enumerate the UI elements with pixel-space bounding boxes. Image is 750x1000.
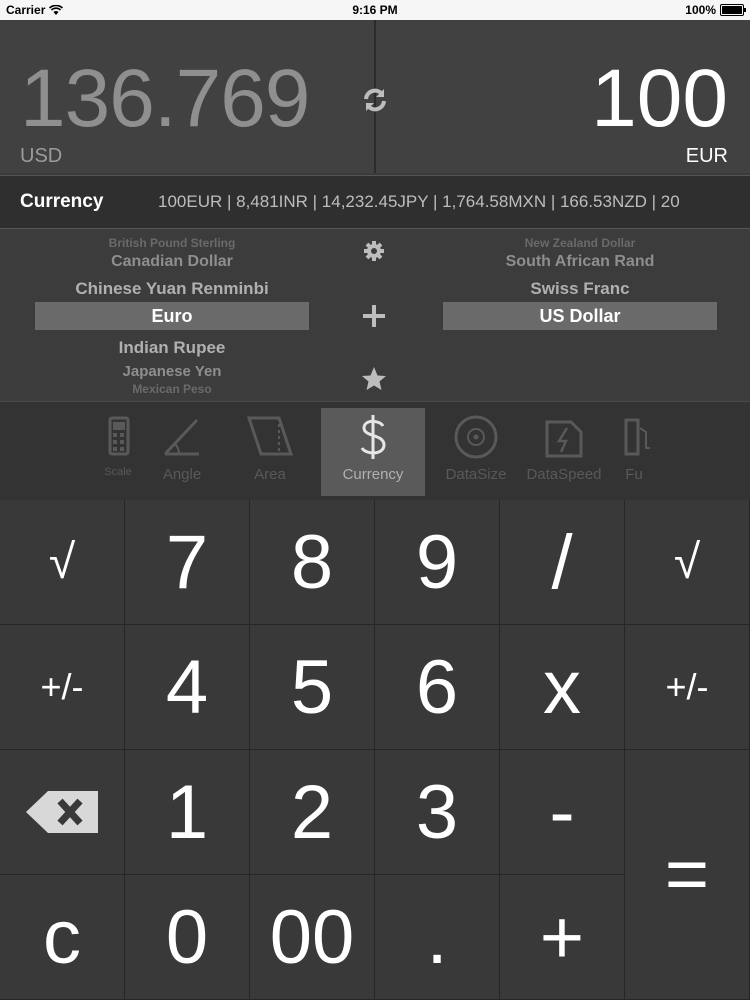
plus-minus-button-right[interactable]: +/- <box>625 625 750 750</box>
picker-item[interactable]: Mexican Peso <box>27 382 317 396</box>
category-fuel[interactable]: Fu <box>604 408 664 496</box>
digit-4-button[interactable]: 4 <box>125 625 250 750</box>
minus-button[interactable]: - <box>500 750 625 875</box>
plus-icon[interactable] <box>360 302 388 330</box>
picker-item[interactable]: British Pound Sterling <box>27 236 317 250</box>
category-dataspeed[interactable]: DataSpeed <box>512 408 616 496</box>
target-value[interactable]: 100 <box>591 58 728 140</box>
battery-group: 100% <box>685 3 746 17</box>
picker-item[interactable]: Indian Rupee <box>27 338 317 358</box>
digit-0-button[interactable]: 0 <box>125 875 250 1000</box>
backspace-icon <box>26 791 98 833</box>
category-title: Currency <box>20 191 104 212</box>
decimal-button[interactable]: . <box>375 875 500 1000</box>
keypad: √ 7 8 9 / √ +/- 4 5 6 x +/- 1 2 3 - = c … <box>0 500 750 1000</box>
clock: 9:16 PM <box>352 3 398 17</box>
battery-percent: 100% <box>685 3 716 17</box>
sqrt-button-right[interactable]: √ <box>625 500 750 625</box>
conversion-strip: Currency 100EUR | 8,481INR | 14,232.45JP… <box>0 175 750 229</box>
battery-icon <box>720 4 746 16</box>
picker-item[interactable]: Canadian Dollar <box>27 253 317 271</box>
digit-6-button[interactable]: 6 <box>375 625 500 750</box>
category-label: DataSpeed <box>526 466 602 483</box>
disc-icon <box>454 415 498 459</box>
picker-item[interactable]: Chinese Yuan Renminbi <box>27 279 317 299</box>
multiply-button[interactable]: x <box>500 625 625 750</box>
digit-9-button[interactable]: 9 <box>375 500 500 625</box>
source-value[interactable]: 136.769 <box>20 58 310 140</box>
battery-fill <box>722 6 742 14</box>
digit-1-button[interactable]: 1 <box>125 750 250 875</box>
picker-item[interactable]: Swiss Franc <box>435 279 725 299</box>
backspace-button[interactable] <box>0 750 125 875</box>
target-unit: EUR <box>685 145 728 167</box>
dollar-icon <box>360 415 386 459</box>
rates-ticker: 100EUR | 8,481INR | 14,232.45JPY | 1,764… <box>158 192 680 211</box>
area-icon <box>246 416 294 456</box>
angle-icon <box>163 418 199 456</box>
category-label: Area <box>254 466 286 483</box>
digit-2-button[interactable]: 2 <box>250 750 375 875</box>
category-currency[interactable]: Currency <box>321 408 425 496</box>
digit-5-button[interactable]: 5 <box>250 625 375 750</box>
equals-button[interactable]: = <box>625 750 750 1000</box>
category-label: Fu <box>625 466 643 483</box>
category-label: Currency <box>342 466 404 483</box>
category-bar: Scale Angle Area Currency DataSize DataS… <box>0 401 750 500</box>
picker-selected-item[interactable]: Euro <box>35 302 309 330</box>
picker-item[interactable]: New Zealand Dollar <box>435 236 725 250</box>
plus-minus-button[interactable]: +/- <box>0 625 125 750</box>
divide-button[interactable]: / <box>500 500 625 625</box>
gear-icon[interactable] <box>360 237 388 265</box>
double-zero-button[interactable]: 00 <box>250 875 375 1000</box>
plus-button[interactable]: + <box>500 875 625 1000</box>
target-currency-picker[interactable]: New Zealand Dollar South African Rand Sw… <box>435 229 725 401</box>
swap-icon[interactable] <box>360 85 390 115</box>
category-area[interactable]: Area <box>218 408 322 496</box>
status-bar: Carrier 9:16 PM 100% <box>0 0 750 20</box>
star-icon[interactable] <box>360 365 388 393</box>
picker-item[interactable]: South African Rand <box>435 253 725 271</box>
conversion-display: 136.769 USD 100 EUR <box>0 20 750 173</box>
currency-pickers: British Pound Sterling Canadian Dollar C… <box>0 229 750 401</box>
digit-3-button[interactable]: 3 <box>375 750 500 875</box>
digit-7-button[interactable]: 7 <box>125 500 250 625</box>
clear-button[interactable]: c <box>0 875 125 1000</box>
dataspeed-icon <box>545 420 583 458</box>
source-currency-picker[interactable]: British Pound Sterling Canadian Dollar C… <box>27 229 317 401</box>
picker-selected-item[interactable]: US Dollar <box>443 302 717 330</box>
source-unit: USD <box>20 145 63 167</box>
picker-item[interactable]: Japanese Yen <box>27 363 317 380</box>
digit-8-button[interactable]: 8 <box>250 500 375 625</box>
fuel-icon <box>624 418 650 456</box>
sqrt-button[interactable]: √ <box>0 500 125 625</box>
